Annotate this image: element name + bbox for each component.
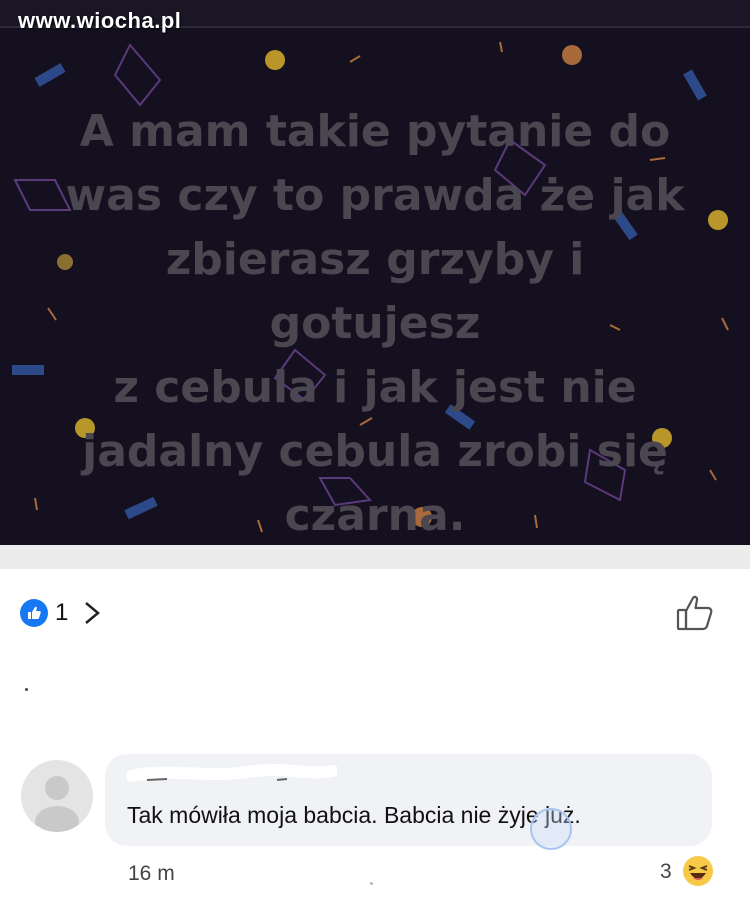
comment-text: Tak mówiła moja babcia. Babcia nie żyje … <box>127 802 581 828</box>
like-count[interactable]: 1 <box>55 599 68 627</box>
post-text: A mam takie pytanie do was czy to prawda… <box>60 100 690 545</box>
haha-emoji-icon[interactable] <box>682 855 714 887</box>
site-watermark: www.wiocha.pl <box>18 8 182 33</box>
post-image[interactable]: www.wiocha.pl A mam takie pytanie do was… <box>0 0 750 545</box>
post-text-line: z cebula i jak jest nie <box>113 362 637 413</box>
post-text-line: A mam takie pytanie do <box>79 106 671 157</box>
post-text-line: jadalny cebula zrobi się <box>82 426 668 477</box>
screenshot-root: www.wiocha.pl A mam takie pytanie do was… <box>0 0 750 898</box>
comment-timestamp: 16 m <box>128 862 175 885</box>
chevron-right-icon[interactable] <box>80 599 104 627</box>
section-divider <box>0 545 750 569</box>
touch-indicator <box>530 808 572 850</box>
reactions-bar: 1 <box>0 569 750 659</box>
redacted-author-name <box>127 764 337 782</box>
default-avatar-icon[interactable] <box>21 760 93 832</box>
post-text-line: was czy to prawda że jak <box>65 170 685 221</box>
thumbs-up-icon[interactable] <box>20 599 48 627</box>
post-text-line: zbierasz grzyby i gotujesz <box>165 234 585 349</box>
post-text-line: czarna. <box>284 490 466 541</box>
stray-mark <box>370 882 373 885</box>
thumbs-up-outline-icon[interactable] <box>675 593 715 633</box>
stray-mark <box>25 688 28 691</box>
comment-bubble[interactable]: Tak mówiła moja babcia. Babcia nie żyje … <box>105 754 712 846</box>
comment-reaction-count[interactable]: 3 <box>660 860 672 884</box>
